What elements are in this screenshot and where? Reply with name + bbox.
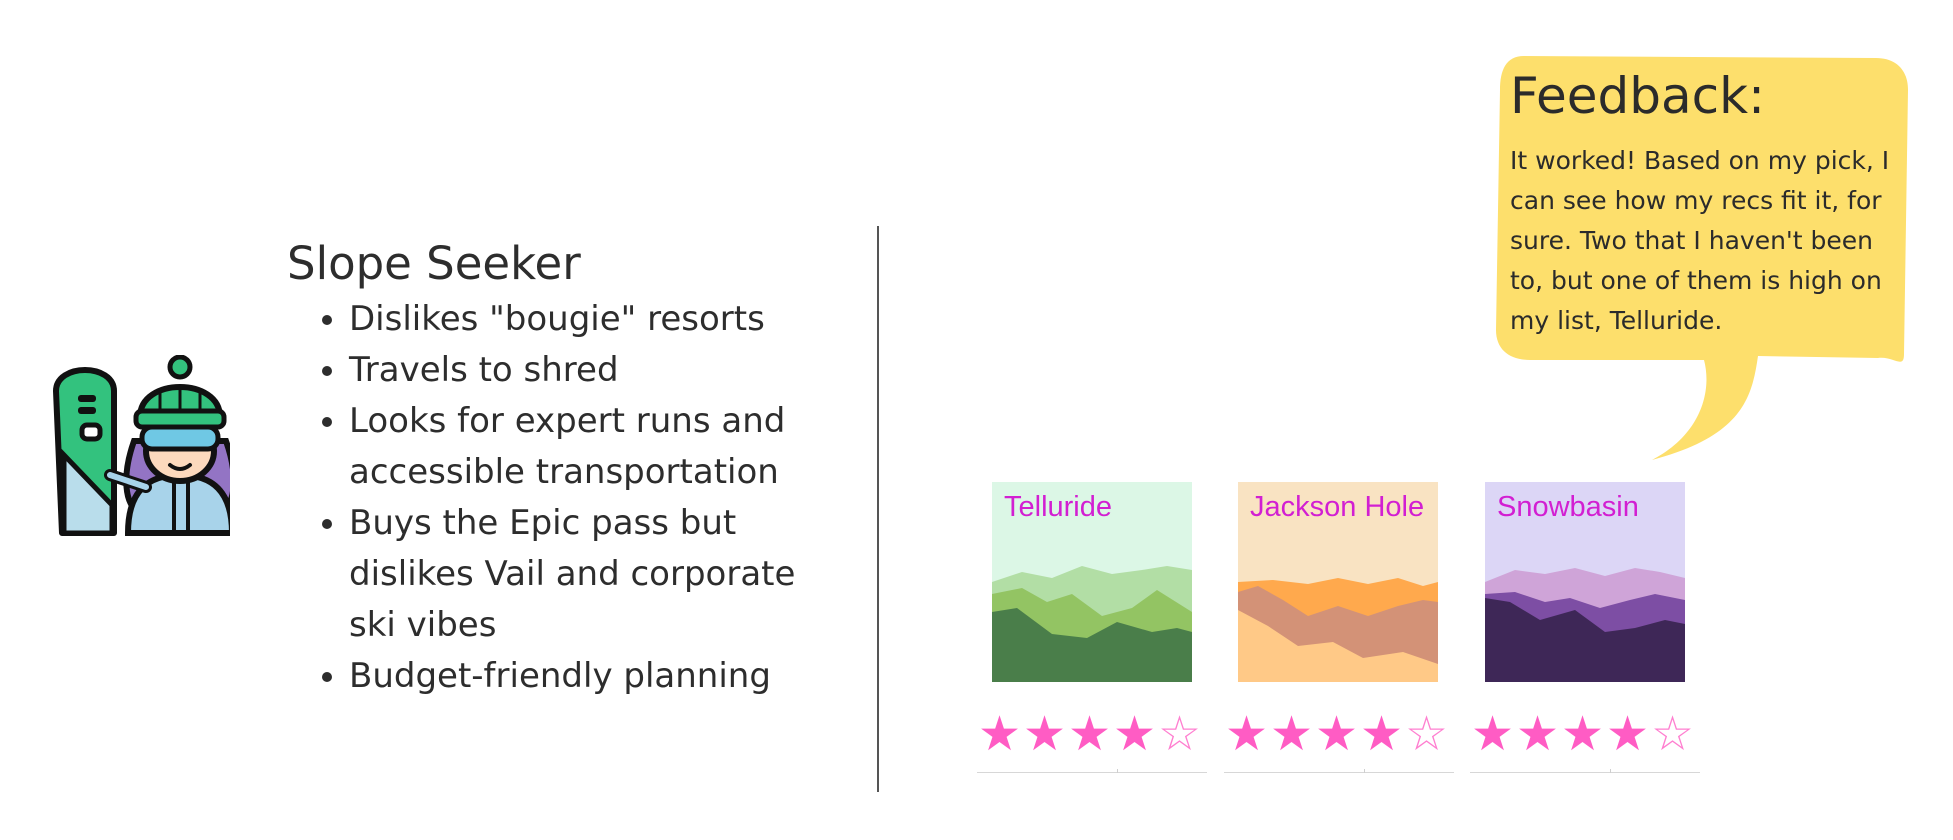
persona-trait: Travels to shred (349, 345, 847, 396)
rating-stars-telluride[interactable]: ★★★★☆ (977, 706, 1207, 768)
star-filled-icon[interactable]: ★ (1067, 706, 1112, 762)
star-filled-icon[interactable]: ★ (1269, 706, 1314, 762)
rating-underline (1224, 769, 1454, 773)
resort-name: Telluride (1004, 491, 1112, 523)
star-outline-icon[interactable]: ☆ (1404, 706, 1449, 762)
star-outline-icon[interactable]: ☆ (1650, 706, 1695, 762)
feedback-title: Feedback: (1510, 67, 1765, 125)
resort-name: Jackson Hole (1250, 491, 1425, 523)
rating-underline (1470, 769, 1700, 773)
persona-title: Slope Seeker (287, 237, 581, 290)
star-filled-icon[interactable]: ★ (1470, 706, 1515, 762)
persona-panel: Slope Seeker Dislikes "bougie" resorts T… (287, 236, 847, 702)
rating-stars-snowbasin[interactable]: ★★★★☆ (1470, 706, 1700, 768)
star-filled-icon[interactable]: ★ (1314, 706, 1359, 762)
persona-trait: Dislikes "bougie" resorts (349, 294, 847, 345)
resort-card-telluride: Telluride (992, 482, 1192, 682)
resort-card-snowbasin: Snowbasin (1485, 482, 1685, 682)
snowboarder-avatar-icon (50, 354, 237, 540)
persona-traits-list: Dislikes "bougie" resorts Travels to shr… (287, 294, 847, 702)
persona-trait: Budget-friendly planning (349, 651, 847, 702)
star-filled-icon[interactable]: ★ (1560, 706, 1605, 762)
star-filled-icon[interactable]: ★ (1112, 706, 1157, 762)
resort-name: Snowbasin (1497, 491, 1639, 523)
persona-trait: Looks for expert runs and accessible tra… (349, 396, 847, 498)
rating-stars-jackson-hole[interactable]: ★★★★☆ (1224, 706, 1454, 768)
star-filled-icon[interactable]: ★ (1605, 706, 1650, 762)
resort-card-jackson-hole: Jackson Hole (1238, 482, 1438, 682)
section-divider (877, 226, 879, 792)
star-filled-icon[interactable]: ★ (1515, 706, 1560, 762)
star-filled-icon[interactable]: ★ (1224, 706, 1269, 762)
feedback-text: It worked! Based on my pick, I can see h… (1510, 146, 1890, 335)
star-filled-icon[interactable]: ★ (1359, 706, 1404, 762)
star-filled-icon[interactable]: ★ (1022, 706, 1067, 762)
star-outline-icon[interactable]: ☆ (1157, 706, 1202, 762)
star-filled-icon[interactable]: ★ (977, 706, 1022, 762)
persona-trait: Buys the Epic pass but dislikes Vail and… (349, 498, 847, 651)
rating-underline (977, 769, 1207, 773)
